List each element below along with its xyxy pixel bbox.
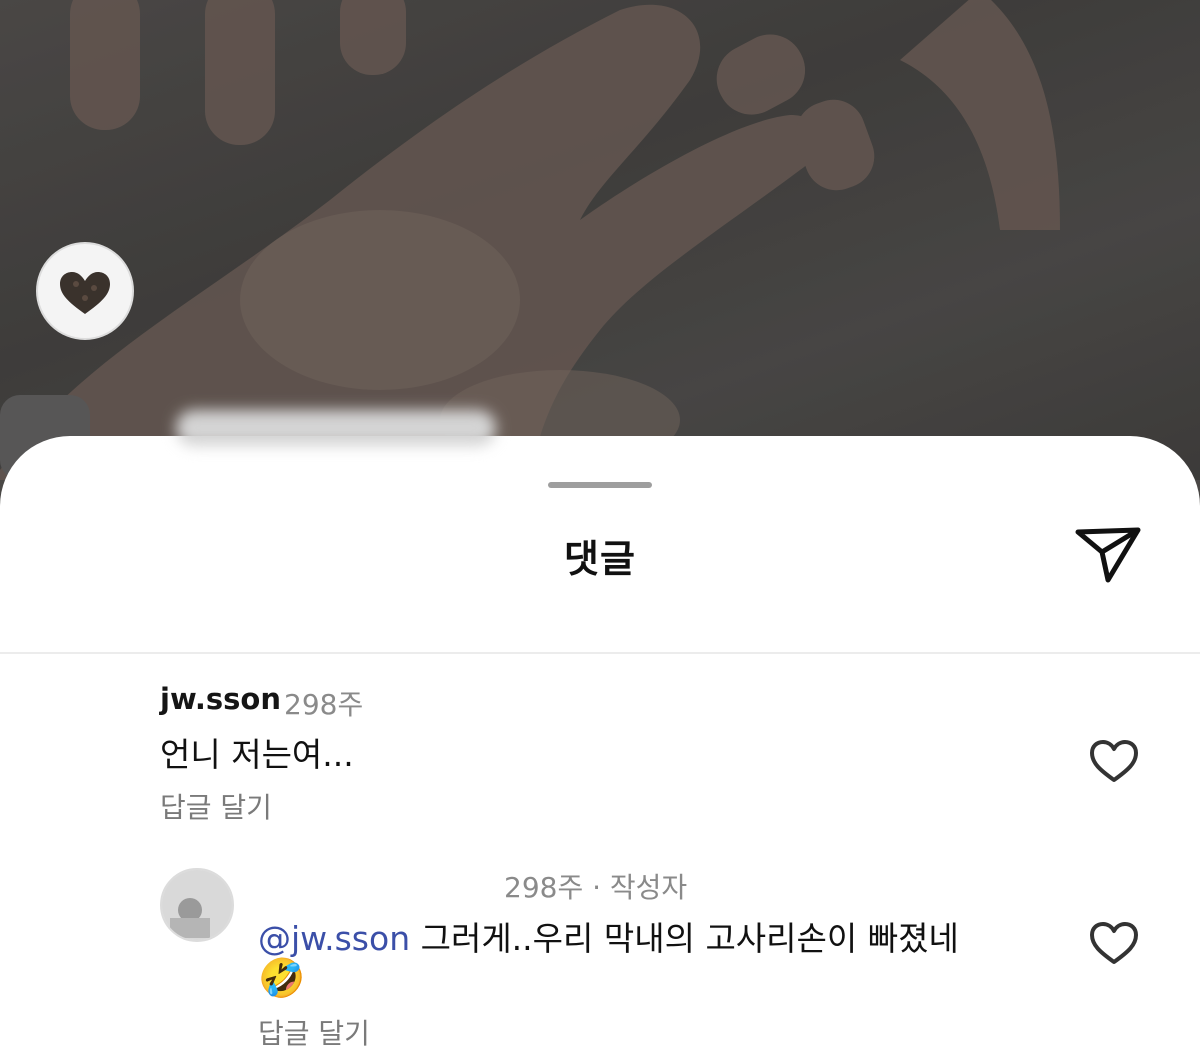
reply-button[interactable]: 답글 달기: [160, 786, 272, 826]
laughing-emoji: 🤣: [258, 956, 306, 1000]
comment-meta: 298주 · 작성자: [504, 871, 688, 904]
heart-shaped-avatar-image: [60, 272, 110, 314]
drag-handle[interactable]: [548, 482, 652, 488]
photo-dim-overlay: [0, 0, 1200, 480]
mention-link[interactable]: @jw.sson: [258, 919, 410, 958]
avatar[interactable]: [36, 242, 134, 340]
profile-photo-avatar-image: [162, 870, 232, 940]
comment-time: 298주: [284, 688, 364, 721]
paper-plane-icon: [1075, 527, 1141, 583]
comment-text: 언니 저는여...: [160, 735, 354, 774]
heart-outline-icon: [1090, 922, 1138, 964]
blurred-username: [176, 410, 496, 446]
like-button[interactable]: [1088, 920, 1140, 968]
background-photo: [0, 0, 1200, 480]
header-divider: [0, 652, 1200, 654]
reply-button[interactable]: 답글 달기: [258, 1012, 370, 1052]
avatar[interactable]: [160, 868, 234, 942]
share-button[interactable]: [1072, 522, 1146, 586]
comment-username[interactable]: jw.sson: [160, 682, 281, 716]
comment-text: @jw.sson 그러게..우리 막내의 고사리손이 빠졌네: [258, 912, 959, 960]
sheet-title: 댓글: [564, 537, 636, 581]
comment-body: 그러게..우리 막내의 고사리손이 빠졌네: [410, 919, 959, 958]
like-button[interactable]: [1088, 738, 1140, 786]
heart-outline-icon: [1090, 740, 1138, 782]
